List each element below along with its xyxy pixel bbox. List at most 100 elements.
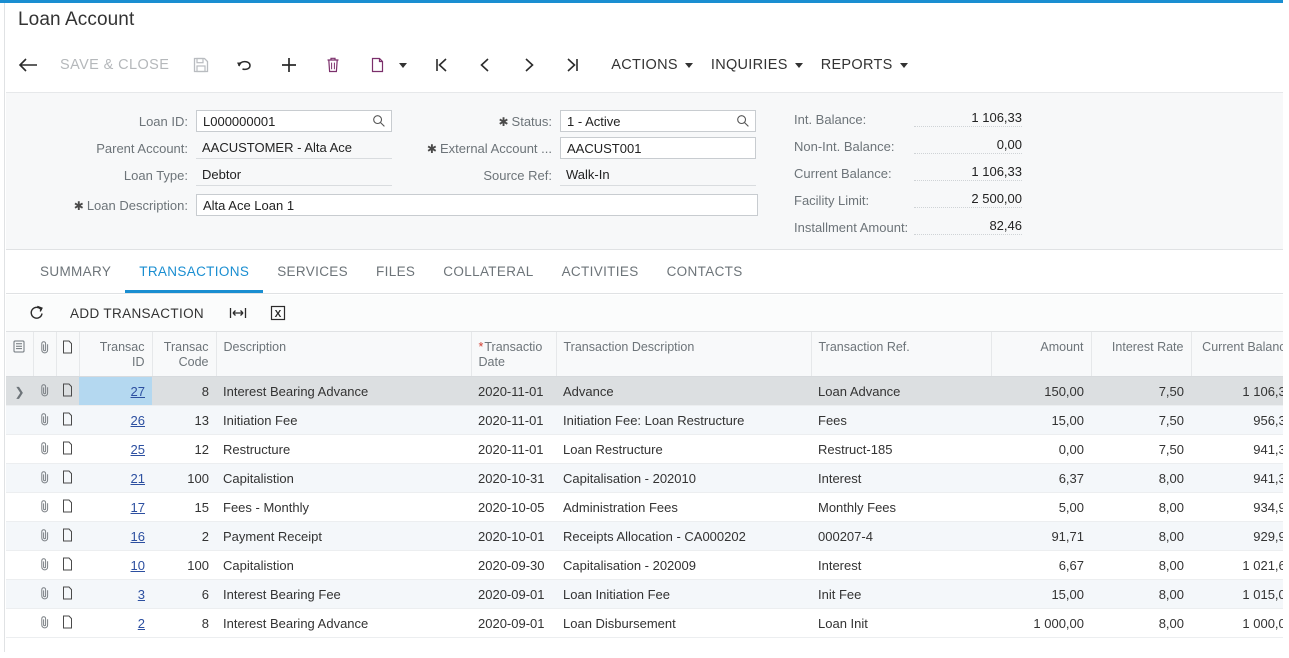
column-header-grid-settings[interactable] <box>6 332 34 377</box>
column-header-interest-rate[interactable]: Interest Rate <box>1091 332 1192 377</box>
source-ref-input[interactable]: Walk-In <box>560 164 756 186</box>
cell-transaction-description[interactable]: Capitalisation - 202010 <box>556 463 811 493</box>
cell-transaction-ref[interactable]: Interest <box>811 463 991 493</box>
cell-interest-rate[interactable]: 7,50 <box>1091 405 1191 435</box>
cell-description[interactable]: Payment Receipt <box>216 521 471 551</box>
row-indicator-cell[interactable]: ❯ <box>6 376 33 406</box>
reports-menu[interactable]: REPORTS <box>811 44 916 86</box>
table-row[interactable]: ❯ 27 8 Interest Bearing Advance 2020-11-01 Ad… <box>6 376 1283 406</box>
tab-files[interactable]: FILES <box>362 252 429 293</box>
cell-amount[interactable]: 5,00 <box>991 492 1091 522</box>
cell-transac-id[interactable]: 27 <box>79 376 152 406</box>
cell-amount[interactable]: 0,00 <box>991 434 1091 464</box>
refresh-icon[interactable] <box>16 295 56 331</box>
cell-interest-rate[interactable]: 7,50 <box>1091 376 1191 406</box>
row-indicator-cell[interactable] <box>6 550 33 580</box>
transac-id-link[interactable]: 25 <box>131 442 145 457</box>
row-attachment-cell[interactable] <box>33 405 56 435</box>
cell-interest-rate[interactable]: 7,50 <box>1091 434 1191 464</box>
row-note-cell[interactable] <box>56 434 79 464</box>
table-row[interactable]: 3 6 Interest Bearing Fee 2020-09-01 Loan Ini… <box>6 579 1283 609</box>
row-note-cell[interactable] <box>56 550 79 580</box>
cell-transac-code[interactable]: 100 <box>152 463 216 493</box>
loan-id-lookup-icon[interactable] <box>372 114 386 131</box>
row-indicator-cell[interactable] <box>6 492 33 522</box>
tab-transactions[interactable]: TRANSACTIONS <box>125 252 264 293</box>
row-note-cell[interactable] <box>56 376 79 406</box>
cell-transaction-ref[interactable]: Loan Advance <box>811 376 991 406</box>
cell-transaction-ref[interactable]: Fees <box>811 405 991 435</box>
column-header-transac-code[interactable]: Transac Code <box>152 332 217 377</box>
cell-transaction-date[interactable]: 2020-11-01 <box>471 405 556 435</box>
column-header-amount[interactable]: Amount <box>991 332 1092 377</box>
table-row[interactable]: 16 2 Payment Receipt 2020-10-01 Receipts All… <box>6 521 1283 551</box>
column-header-transaction-date[interactable]: *Transactio Date <box>471 332 557 377</box>
row-attachment-cell[interactable] <box>33 376 56 406</box>
cell-amount[interactable]: 91,71 <box>991 521 1091 551</box>
transac-id-link[interactable]: 17 <box>131 500 145 515</box>
save-and-close-button[interactable]: SAVE & CLOSE <box>50 44 179 86</box>
tab-activities[interactable]: ACTIVITIES <box>548 252 653 293</box>
transac-id-link[interactable]: 3 <box>138 587 145 602</box>
cell-description[interactable]: Capitalistion <box>216 550 471 580</box>
cell-transaction-description[interactable]: Advance <box>556 376 811 406</box>
transac-id-link[interactable]: 21 <box>131 471 145 486</box>
loan-id-input[interactable]: L000000001 <box>196 110 392 132</box>
parent-account-input[interactable]: AACUSTOMER - Alta Ace <box>196 137 392 159</box>
cell-transaction-description[interactable]: Loan Disbursement <box>556 608 811 638</box>
cell-transac-code[interactable]: 15 <box>152 492 216 522</box>
transac-id-link[interactable]: 10 <box>131 558 145 573</box>
cell-description[interactable]: Fees - Monthly <box>216 492 471 522</box>
cell-transaction-ref[interactable]: 000207-4 <box>811 521 991 551</box>
fit-columns-icon[interactable] <box>218 295 258 331</box>
cell-transaction-ref[interactable]: Restruct-185 <box>811 434 991 464</box>
plus-icon[interactable] <box>267 44 311 86</box>
cell-transaction-date[interactable]: 2020-10-05 <box>471 492 556 522</box>
cell-current-balance[interactable]: 941,33 <box>1191 463 1283 493</box>
cell-description[interactable]: Interest Bearing Advance <box>216 376 471 406</box>
table-row[interactable]: 10 100 Capitalistion 2020-09-30 Capitalisati… <box>6 550 1283 580</box>
cell-current-balance[interactable]: 1 106,33 <box>1191 376 1283 406</box>
cell-transaction-ref[interactable]: Loan Init <box>811 608 991 638</box>
table-row[interactable]: 17 15 Fees - Monthly 2020-10-05 Administrati… <box>6 492 1283 522</box>
row-note-cell[interactable] <box>56 521 79 551</box>
transac-id-link[interactable]: 26 <box>131 413 145 428</box>
column-header-notes[interactable] <box>56 332 80 377</box>
row-expand-icon[interactable]: ❯ <box>14 385 24 399</box>
cell-interest-rate[interactable]: 8,00 <box>1091 463 1191 493</box>
cell-amount[interactable]: 1 000,00 <box>991 608 1091 638</box>
row-indicator-cell[interactable] <box>6 434 33 464</box>
cell-transaction-description[interactable]: Initiation Fee: Loan Restructure <box>556 405 811 435</box>
row-attachment-cell[interactable] <box>33 521 56 551</box>
cell-transac-code[interactable]: 100 <box>152 550 216 580</box>
next-record-icon[interactable] <box>507 44 551 86</box>
cell-current-balance[interactable]: 956,33 <box>1191 405 1283 435</box>
cell-amount[interactable]: 15,00 <box>991 405 1091 435</box>
cell-interest-rate[interactable]: 8,00 <box>1091 492 1191 522</box>
loan-description-input[interactable]: Alta Ace Loan 1 <box>196 194 758 216</box>
export-excel-icon[interactable]: X <box>258 295 298 331</box>
transac-id-link[interactable]: 27 <box>131 384 145 399</box>
cell-current-balance[interactable]: 929,96 <box>1191 521 1283 551</box>
row-indicator-cell[interactable] <box>6 579 33 609</box>
column-header-current-balance[interactable]: Current Balance <box>1191 332 1283 377</box>
cell-transaction-date[interactable]: 2020-09-30 <box>471 550 556 580</box>
row-attachment-cell[interactable] <box>33 463 56 493</box>
cell-transac-code[interactable]: 6 <box>152 579 216 609</box>
row-attachment-cell[interactable] <box>33 434 56 464</box>
cell-transac-id[interactable]: 16 <box>79 521 152 551</box>
actions-menu[interactable]: ACTIONS <box>601 44 701 86</box>
cell-transac-id[interactable]: 26 <box>79 405 152 435</box>
row-indicator-cell[interactable] <box>6 521 33 551</box>
cell-interest-rate[interactable]: 8,00 <box>1091 550 1191 580</box>
cell-description[interactable]: Initiation Fee <box>216 405 471 435</box>
cell-amount[interactable]: 6,37 <box>991 463 1091 493</box>
cell-amount[interactable]: 6,67 <box>991 550 1091 580</box>
cell-transac-id[interactable]: 17 <box>79 492 152 522</box>
tab-summary[interactable]: SUMMARY <box>26 252 125 293</box>
cell-transac-code[interactable]: 2 <box>152 521 216 551</box>
cell-transaction-description[interactable]: Loan Restructure <box>556 434 811 464</box>
status-input[interactable]: 1 - Active <box>560 110 756 132</box>
cell-transaction-date[interactable]: 2020-11-01 <box>471 376 556 406</box>
row-note-cell[interactable] <box>56 492 79 522</box>
